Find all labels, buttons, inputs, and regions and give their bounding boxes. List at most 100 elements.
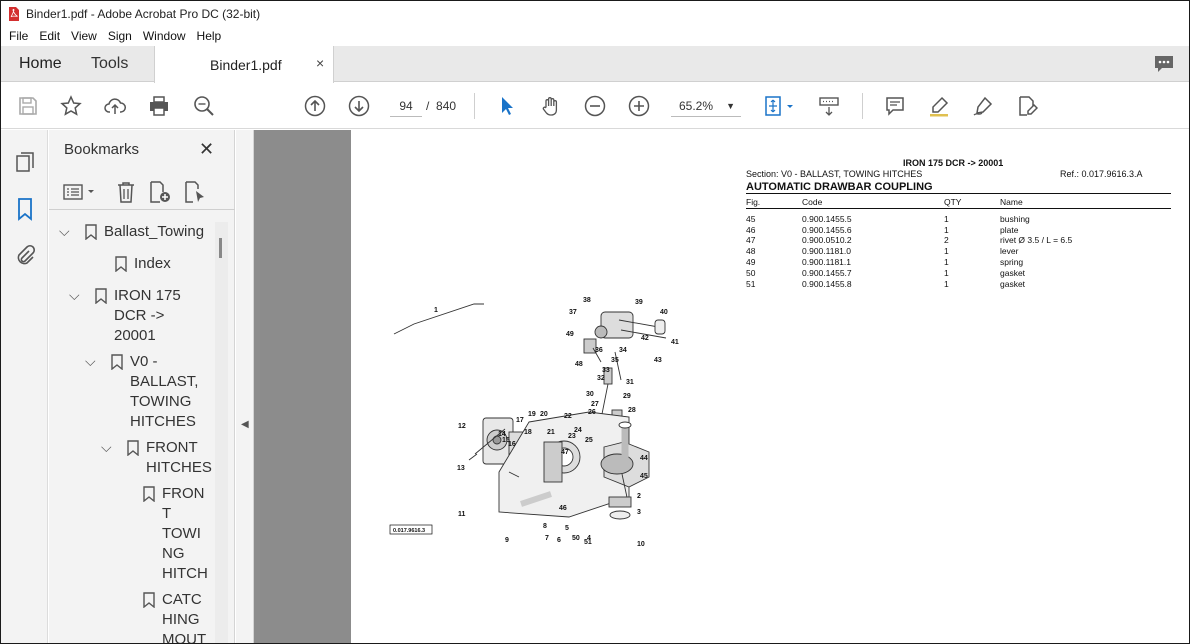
comment-chat-icon[interactable] — [1153, 54, 1175, 74]
menu-sign[interactable]: Sign — [108, 29, 132, 43]
column-header: Code — [802, 197, 823, 207]
menu-view[interactable]: View — [71, 29, 97, 43]
diagram-callout: 27 — [591, 401, 599, 408]
previous-page-icon[interactable] — [303, 94, 327, 118]
table-cell: 46 — [746, 224, 756, 235]
diagram-callout: 21 — [547, 429, 555, 436]
table-cell: 2 — [944, 235, 949, 246]
find-bookmark-icon[interactable] — [183, 181, 207, 203]
highlight-pen-icon[interactable] — [927, 94, 951, 118]
diagram-id-label: 0.017.9616.3 — [393, 528, 425, 534]
diagram-callout: 49 — [566, 331, 574, 338]
diagram-callout: 12 — [458, 423, 466, 430]
diagram-callout: 6 — [557, 537, 561, 544]
diagram-callout: 8 — [543, 523, 547, 530]
bookmark-label: Ballast_Towing — [104, 223, 205, 240]
hand-tool-icon[interactable] — [539, 94, 563, 118]
table-cell: lever — [1000, 246, 1019, 257]
save-icon[interactable] — [16, 94, 40, 118]
diagram-callout: 10 — [637, 541, 645, 548]
table-cell: 50 — [746, 267, 756, 278]
bookmark-icon — [111, 354, 123, 371]
new-bookmark-icon[interactable] — [148, 181, 172, 203]
table-cell: 45 — [746, 213, 756, 224]
attachment-paperclip-icon[interactable] — [13, 244, 37, 268]
tab-document[interactable]: Binder1.pdf × — [154, 46, 334, 83]
acrobat-pdf-icon — [8, 6, 20, 21]
diagram-callout: 42 — [641, 335, 649, 342]
diagram-callout: 4 — [587, 535, 591, 542]
zoom-search-icon[interactable] — [192, 94, 216, 118]
bookmarks-scrollbar[interactable] — [215, 222, 228, 643]
table-cell: plate — [1000, 224, 1019, 235]
panel-collapse-strip[interactable]: ◀ — [236, 130, 254, 643]
sign-pen-icon[interactable] — [971, 94, 995, 118]
menu-edit[interactable]: Edit — [39, 29, 60, 43]
edit-pdf-icon[interactable] — [1015, 94, 1039, 118]
table-row: 47 0.900.0510.2 2 rivet Ø 3.5 / L = 6.5 — [746, 235, 1171, 246]
bookmark-label: V0 - BALLAST, TOWING HITCHES — [130, 353, 199, 430]
chevron-down-icon[interactable]: ⌵ — [101, 437, 112, 457]
table-cell: 1 — [944, 267, 949, 278]
bookmark-icon — [85, 224, 97, 241]
table-header-rule — [746, 208, 1171, 209]
table-cell: 1 — [944, 224, 949, 235]
zoom-out-icon[interactable] — [583, 94, 607, 118]
chevron-down-icon[interactable]: ⌵ — [59, 222, 70, 241]
table-cell: 49 — [746, 256, 756, 267]
title-bar: Binder1.pdf - Adobe Acrobat Pro DC (32-b… — [1, 1, 1189, 26]
zoom-level-select[interactable]: 65.2% ▼ — [671, 95, 741, 117]
bookmark-label: Index — [134, 255, 171, 272]
diagram-callout: 32 — [597, 375, 605, 382]
diagram-callout: 25 — [585, 437, 593, 444]
tab-close-button[interactable]: × — [316, 55, 324, 71]
star-icon[interactable] — [59, 94, 83, 118]
scrollbar-thumb[interactable] — [219, 238, 222, 258]
diagram-callout: 36 — [595, 347, 603, 354]
collapse-arrow-icon[interactable]: ◀ — [241, 419, 249, 430]
upload-cloud-icon[interactable] — [103, 94, 127, 118]
menu-help[interactable]: Help — [197, 29, 222, 43]
chevron-down-icon[interactable]: ⌵ — [69, 285, 80, 305]
diagram-callout: 23 — [568, 433, 576, 440]
column-header: Fig. — [746, 197, 761, 207]
table-cell: 1 — [944, 213, 949, 224]
table-cell: 1 — [944, 246, 949, 257]
pdf-page: IRON 175 DCR -> 20001 Section: V0 - BALL… — [351, 130, 1189, 643]
chevron-down-icon[interactable]: ⌵ — [85, 351, 96, 371]
bookmark-icon — [143, 592, 155, 609]
close-icon[interactable]: ✕ — [199, 139, 214, 160]
diagram-callout: 45 — [640, 473, 648, 480]
diagram-callout: 16 — [508, 441, 516, 448]
diagram-callout: 13 — [457, 465, 465, 472]
zoom-in-icon[interactable] — [627, 94, 651, 118]
page-number-input[interactable]: 94 — [390, 95, 422, 117]
tab-document-label: Binder1.pdf — [210, 57, 282, 73]
table-cell: 0.900.1181.0 — [802, 246, 851, 257]
table-row: 50 0.900.1455.7 1 gasket — [746, 268, 1171, 279]
diagram-callout: 18 — [524, 429, 532, 436]
bookmark-label: IRON 175 DCR -> 20001 — [114, 287, 181, 344]
menu-file[interactable]: File — [9, 29, 28, 43]
menu-bar: File Edit View Sign Window Help — [1, 26, 1189, 46]
tab-home[interactable]: Home — [19, 55, 62, 73]
table-cell: 0.900.0510.2 — [802, 235, 852, 246]
print-icon[interactable] — [147, 94, 171, 118]
next-page-icon[interactable] — [347, 94, 371, 118]
bookmark-panel-icon[interactable] — [13, 197, 37, 221]
fit-page-icon[interactable] — [763, 94, 797, 118]
comment-icon[interactable] — [883, 94, 907, 118]
menu-window[interactable]: Window — [143, 29, 186, 43]
page-count: 840 — [436, 99, 457, 113]
bookmark-options-icon[interactable] — [63, 181, 99, 203]
table-cell: gasket — [1000, 278, 1026, 289]
document-viewport[interactable]: IRON 175 DCR -> 20001 Section: V0 - BALL… — [254, 130, 1189, 643]
diagram-callout: 17 — [516, 417, 524, 424]
diagram-callout: 39 — [635, 299, 643, 306]
keyboard-scroll-icon[interactable] — [817, 94, 841, 118]
page-thumbnails-icon[interactable] — [13, 150, 37, 174]
bookmark-icon — [115, 256, 127, 273]
delete-trash-icon[interactable] — [114, 181, 138, 203]
select-cursor-icon[interactable] — [495, 94, 519, 118]
tab-tools[interactable]: Tools — [91, 55, 128, 73]
